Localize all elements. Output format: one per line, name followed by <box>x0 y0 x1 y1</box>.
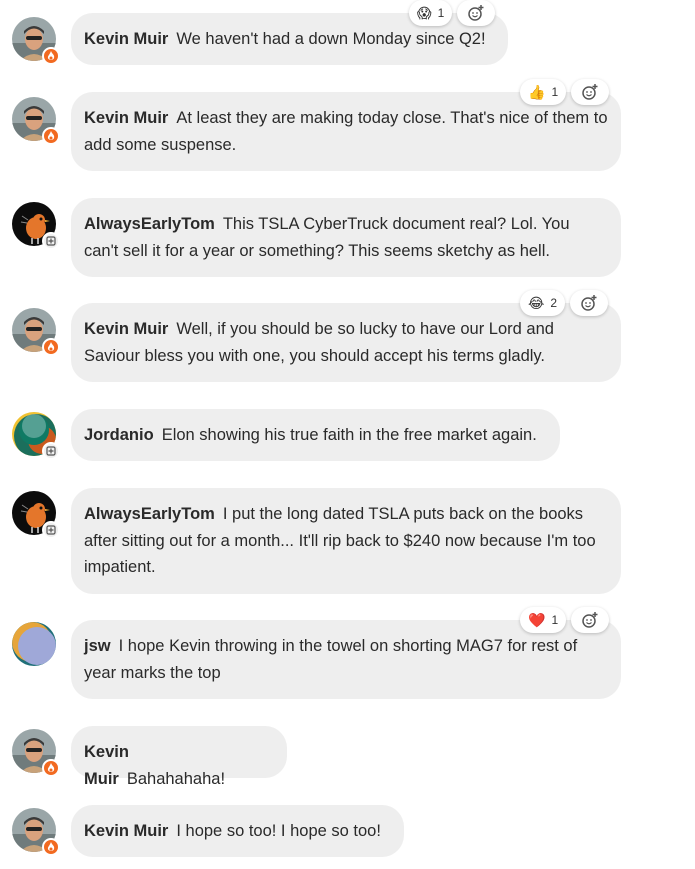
reactions-bar: 😱 1 <box>409 0 496 26</box>
flame-badge-icon <box>42 338 60 356</box>
add-reaction-button[interactable] <box>457 0 496 26</box>
comment-text: I hope so too! I hope so too! <box>176 822 381 840</box>
comment-author[interactable]: jsw <box>84 637 111 655</box>
comment-bubble: AlwaysEarlyTom This TSLA CyberTruck docum… <box>71 198 621 277</box>
reaction-count: 1 <box>551 613 559 627</box>
comment-bubble: Jordanio Elon showing his true faith in t… <box>71 409 560 461</box>
comment-text: I hope Kevin throwing in the towel on sh… <box>84 637 578 682</box>
reactions-bar: 👍 1 <box>520 79 610 105</box>
reaction-pill[interactable]: 👍 1 <box>520 79 567 105</box>
moderator-badge-icon <box>42 521 60 539</box>
reaction-pill[interactable]: 😂 2 <box>520 290 566 316</box>
avatar[interactable] <box>12 622 58 668</box>
avatar[interactable] <box>12 17 60 65</box>
flame-badge-icon <box>42 47 60 65</box>
avatar[interactable] <box>12 412 60 460</box>
flame-badge-icon <box>42 838 60 856</box>
reaction-pill[interactable]: ❤️ 1 <box>520 607 567 633</box>
add-reaction-button[interactable] <box>571 79 610 105</box>
comment-author[interactable]: Kevin Muir <box>84 822 168 840</box>
reaction-count: 1 <box>437 6 445 20</box>
add-reaction-button[interactable] <box>570 290 609 316</box>
add-reaction-icon <box>468 5 484 21</box>
avatar[interactable] <box>12 97 60 145</box>
comment-author[interactable]: AlwaysEarlyTom <box>84 215 215 233</box>
avatar-image-jsw <box>12 622 56 666</box>
avatar[interactable] <box>12 729 60 777</box>
reaction-emoji-icon: ❤️ <box>528 612 546 628</box>
comment-text: Bahahahaha! <box>126 769 226 788</box>
comment-author[interactable]: Kevin Muir <box>84 30 168 48</box>
comment-bubble: AlwaysEarlyTom I put the long dated TSLA … <box>71 488 621 594</box>
avatar[interactable] <box>12 202 60 250</box>
moderator-badge-icon <box>42 442 60 460</box>
comment-text: Elon showing his true faith in the free … <box>161 426 537 444</box>
flame-badge-icon <box>42 759 60 777</box>
reaction-emoji-icon: 😂 <box>528 295 545 311</box>
moderator-badge-icon <box>42 232 60 250</box>
add-reaction-icon <box>582 612 598 628</box>
comment-author[interactable]: Kevin Muir <box>84 743 129 788</box>
comment-author[interactable]: Jordanio <box>84 426 154 444</box>
comment-author[interactable]: Kevin Muir <box>84 320 168 338</box>
add-reaction-icon <box>582 84 598 100</box>
reaction-pill[interactable]: 😱 1 <box>409 0 453 26</box>
comment-author[interactable]: AlwaysEarlyTom <box>84 505 215 523</box>
add-reaction-button[interactable] <box>571 607 610 633</box>
reactions-bar: ❤️ 1 <box>520 607 610 633</box>
avatar[interactable] <box>12 491 60 539</box>
add-reaction-icon <box>581 295 597 311</box>
reactions-bar: 😂 2 <box>520 290 609 316</box>
reaction-emoji-icon: 😱 <box>417 5 432 21</box>
comment-text: We haven't had a down Monday since Q2! <box>176 30 486 48</box>
flame-badge-icon <box>42 127 60 145</box>
comment-bubble: Kevin Muir I hope so too! I hope so too! <box>71 805 404 857</box>
comment-author[interactable]: Kevin Muir <box>84 109 168 127</box>
avatar[interactable] <box>12 808 60 856</box>
reaction-count: 2 <box>550 296 558 310</box>
avatar[interactable] <box>12 308 60 356</box>
reaction-count: 1 <box>551 85 559 99</box>
reaction-emoji-icon: 👍 <box>528 84 546 100</box>
comment-bubble: Kevin Muir Bahahahaha! <box>71 726 287 788</box>
